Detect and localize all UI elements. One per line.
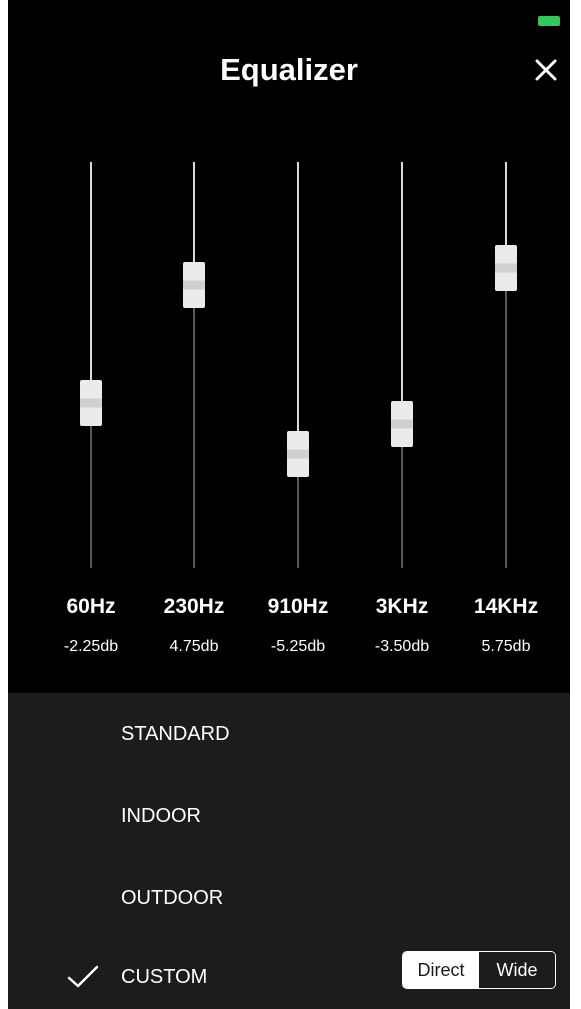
band-frequency-label: 60Hz (66, 595, 116, 618)
preset-label: CUSTOM (121, 966, 208, 988)
band-gain-value: -5.25db (270, 638, 326, 655)
preset-label: INDOOR (121, 805, 201, 827)
mode-option-direct[interactable]: Direct (403, 952, 479, 988)
slider-track-upper (297, 162, 299, 454)
preset-item-outdoor[interactable]: OUTDOOR (8, 867, 570, 927)
slider-thumb[interactable] (80, 380, 102, 427)
band-frequency-label: 14KHz (473, 595, 539, 618)
slider-track-upper (90, 162, 92, 404)
band-slider-910hz[interactable] (258, 160, 338, 570)
slider-thumb[interactable] (183, 261, 205, 308)
band-frequency-label: 3KHz (375, 595, 429, 618)
equalizer-sliders (8, 160, 570, 570)
preset-label: OUTDOOR (121, 887, 224, 909)
slider-track-lower (505, 267, 507, 568)
page-title: Equalizer (220, 52, 358, 87)
slider-track-lower (90, 403, 92, 568)
preset-list: STANDARD INDOOR OUTDOOR CUSTOM Direct Wi… (8, 693, 570, 1009)
band-gain-value: -2.25db (63, 638, 119, 655)
band-slider-60hz[interactable] (51, 160, 131, 570)
band-gain-value: 5.75db (481, 638, 531, 655)
band-slider-3khz[interactable] (362, 160, 442, 570)
equalizer-screen: Equalizer 60Hz 230Hz 910Hz 3KHz 14KHz -2… (8, 0, 570, 1009)
checkmark-icon (66, 964, 100, 990)
band-frequency-label: 910Hz (267, 595, 329, 618)
band-slider-230hz[interactable] (154, 160, 234, 570)
preset-item-standard[interactable]: STANDARD (8, 703, 570, 763)
slider-thumb[interactable] (287, 430, 309, 477)
slider-track-upper (401, 162, 403, 425)
battery-indicator (538, 16, 560, 26)
preset-item-indoor[interactable]: INDOOR (8, 785, 570, 845)
band-gain-value: -3.50db (374, 638, 430, 655)
band-slider-14khz[interactable] (466, 160, 546, 570)
preset-label: STANDARD (121, 723, 230, 745)
band-gain-value: 4.75db (169, 638, 219, 655)
close-icon (535, 59, 557, 81)
slider-thumb[interactable] (391, 401, 413, 448)
mode-option-wide[interactable]: Wide (479, 952, 555, 988)
mode-toggle: Direct Wide (402, 951, 556, 989)
slider-thumb[interactable] (495, 244, 517, 291)
close-button[interactable] (532, 56, 560, 84)
band-frequency-label: 230Hz (163, 595, 225, 618)
slider-track-lower (193, 284, 195, 568)
